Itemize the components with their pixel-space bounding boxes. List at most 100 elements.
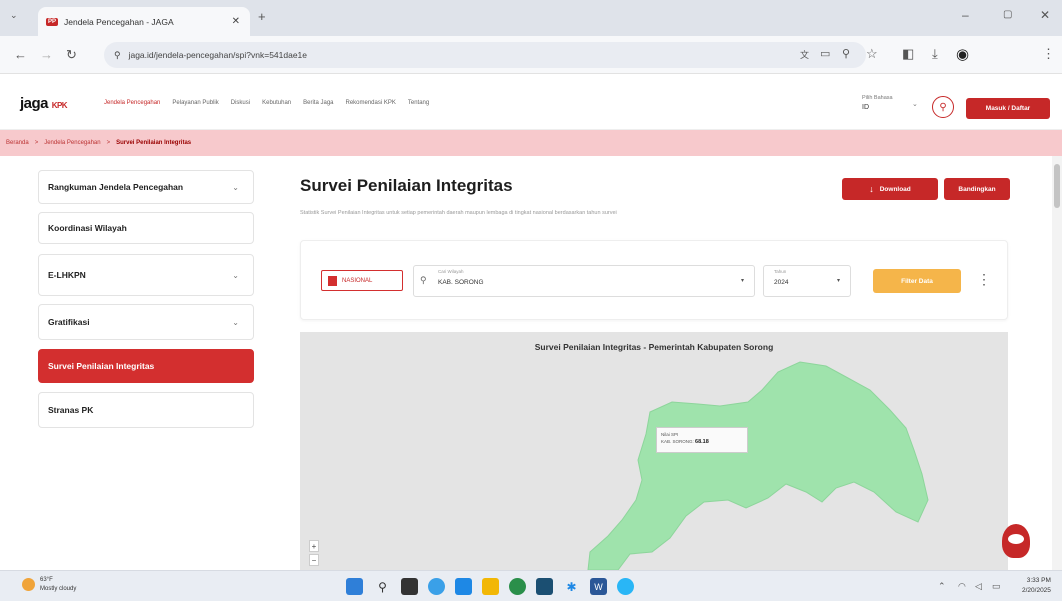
system-clock[interactable]: 3:33 PM 2/20/2025 <box>1022 576 1051 596</box>
bookmark-star-icon[interactable]: ☆ <box>866 46 878 62</box>
nasional-label: NASIONAL <box>342 277 373 284</box>
breadcrumb-home[interactable]: Beranda <box>6 140 29 146</box>
jaga-logo[interactable]: jaga KPK <box>20 95 68 112</box>
breadcrumb-separator: > <box>106 140 111 146</box>
nav-berita-jaga[interactable]: Berita Jaga <box>303 100 333 106</box>
mascot-chat-icon[interactable] <box>1002 524 1030 558</box>
sidebar-item-gratifikasi[interactable]: Gratifikasi ⌄ <box>38 304 254 340</box>
chevron-down-icon: ⌄ <box>232 317 239 327</box>
nav-diskusi[interactable]: Diskusi <box>231 100 250 106</box>
extensions-icon[interactable]: ◧ <box>902 46 914 62</box>
browser-tab-bar: ⌄ PP Jendela Pencegahan - JAGA ✕ + – ▢ ✕ <box>0 0 1062 36</box>
url-text: jaga.id/jendela-pencegahan/spi?vnk=541da… <box>128 50 308 60</box>
sidebar-item-spi[interactable]: Survei Penilaian Integritas <box>38 349 254 383</box>
maximize-icon[interactable]: ▢ <box>1003 9 1012 20</box>
new-tab-icon[interactable]: + <box>258 9 266 24</box>
language-select[interactable]: Pilih Bahasa ID ⌄ <box>862 94 918 113</box>
search-icon: ⚲ <box>420 275 427 285</box>
tab-list-icon[interactable]: ⌄ <box>10 10 18 21</box>
browser-tab[interactable]: PP Jendela Pencegahan - JAGA ✕ <box>38 7 250 36</box>
compare-button[interactable]: Bandingkan <box>944 178 1010 200</box>
page-subtitle: Statistik Survei Penilaian Integritas un… <box>300 210 617 216</box>
chat-icon[interactable] <box>428 578 445 595</box>
nav-kebutuhan[interactable]: Kebutuhan <box>262 100 291 106</box>
breadcrumb: Beranda > Jendela Pencegahan > Survei Pe… <box>0 130 1062 156</box>
wifi-icon[interactable]: ◠ <box>958 581 966 592</box>
sidebar-item-label: Survei Penilaian Integritas <box>48 361 155 371</box>
pinned-app-icon[interactable]: ✱ <box>563 578 580 595</box>
nav-jendela-pencegahan[interactable]: Jendela Pencegahan <box>104 100 160 106</box>
breadcrumb-separator: > <box>34 140 39 146</box>
windows-taskbar: 63°F Mostly cloudy ⚲ ✱ W ⌃ ◠ ◁ ▭ 3:33 PM… <box>0 570 1062 601</box>
profile-avatar[interactable]: ◉ <box>956 45 969 63</box>
tab-close-icon[interactable]: ✕ <box>232 16 240 27</box>
taskbar-search-icon[interactable]: ⚲ <box>374 578 391 595</box>
tray-chevron-icon[interactable]: ⌃ <box>938 581 946 592</box>
nav-rekomendasi-kpk[interactable]: Rekomendasi KPK <box>346 100 396 106</box>
caret-down-icon: ▾ <box>740 278 744 284</box>
kab-sorong-shape[interactable] <box>587 361 929 570</box>
page-scrollbar[interactable] <box>1052 156 1062 570</box>
browser-toolbar: ← → ↻ ⚲ jaga.id/jendela-pencegahan/spi?v… <box>0 36 1062 74</box>
year-select[interactable]: Tahun 2024 ▾ <box>763 265 851 297</box>
media-icon[interactable] <box>536 578 553 595</box>
filter-data-button[interactable]: Filter Data <box>873 269 961 293</box>
tab-title: Jendela Pencegahan - JAGA <box>64 16 174 27</box>
weather-widget[interactable]: 63°F Mostly cloudy <box>22 576 77 594</box>
mail-icon[interactable] <box>455 578 472 595</box>
sidebar-item-rangkuman[interactable]: Rangkuman Jendela Pencegahan ⌄ <box>38 170 254 204</box>
browser-menu-icon[interactable]: ⋮ <box>1042 46 1055 62</box>
region-map <box>587 361 929 570</box>
forward-icon[interactable]: → <box>40 47 53 62</box>
sidebar-item-koordinasi[interactable]: Koordinasi Wilayah <box>38 212 254 244</box>
window-close-icon[interactable]: ✕ <box>1040 8 1050 22</box>
sidebar-item-label: Rangkuman Jendela Pencegahan <box>48 182 184 192</box>
site-search-button[interactable]: ⚲ <box>932 96 954 118</box>
search-icon: ⚲ <box>939 101 947 113</box>
chrome-icon[interactable] <box>617 578 634 595</box>
login-button[interactable]: Masuk / Daftar <box>966 98 1050 119</box>
map-panel[interactable]: Survei Penilaian Integritas - Pemerintah… <box>300 332 1008 570</box>
cast-icon[interactable]: ▭ <box>820 47 830 60</box>
battery-icon[interactable]: ▭ <box>992 581 1001 592</box>
tooltip-value: 68.18 <box>695 439 709 445</box>
reload-icon[interactable]: ↻ <box>66 47 77 63</box>
weather-temp: 63°F <box>40 577 53 583</box>
zoom-out-button[interactable]: − <box>309 554 319 566</box>
sidebar-item-label: Koordinasi Wilayah <box>48 223 127 233</box>
region-select-value: KAB. SORONG <box>438 279 484 286</box>
scrollbar-thumb[interactable] <box>1054 164 1060 208</box>
file-explorer-icon[interactable] <box>482 578 499 595</box>
task-view-icon[interactable] <box>401 578 418 595</box>
breadcrumb-jendela[interactable]: Jendela Pencegahan <box>44 140 100 146</box>
zoom-in-button[interactable]: + <box>309 540 319 552</box>
sidebar-item-stranas[interactable]: Stranas PK <box>38 392 254 428</box>
site-info-icon[interactable]: ⚲ <box>114 50 121 61</box>
site-header: jaga KPK Jendela Pencegahan Pelayanan Pu… <box>0 74 1062 130</box>
nav-pelayanan-publik[interactable]: Pelayanan Publik <box>172 100 218 106</box>
region-select[interactable]: ⚲ Cari Wilayah KAB. SORONG ▾ <box>413 265 755 297</box>
minimize-icon[interactable]: – <box>962 8 969 22</box>
language-label: Pilih Bahasa <box>862 95 893 101</box>
tooltip-header: Nilai SPI <box>661 432 679 437</box>
volume-icon[interactable]: ◁ <box>975 581 982 592</box>
weather-desc: Mostly cloudy <box>40 586 77 592</box>
nasional-button[interactable]: NASIONAL <box>321 270 403 291</box>
back-icon[interactable]: ← <box>14 47 27 62</box>
year-select-value: 2024 <box>774 279 789 286</box>
zoom-icon[interactable]: ⚲ <box>842 47 850 60</box>
downloads-icon[interactable]: ⤓ <box>932 46 938 62</box>
chevron-down-icon: ⌄ <box>232 270 239 280</box>
nav-tentang[interactable]: Tentang <box>408 100 429 106</box>
map-tooltip: Nilai SPI KAB. SORONG: 68.18 <box>656 427 748 453</box>
sidebar-item-elhkpn[interactable]: E-LHKPN ⌄ <box>38 254 254 296</box>
year-select-label: Tahun <box>774 269 787 274</box>
chevron-down-icon: ⌄ <box>232 182 239 192</box>
translate-icon[interactable]: 文 <box>800 48 809 61</box>
edge-icon[interactable] <box>509 578 526 595</box>
more-options-icon[interactable]: ⋮ <box>977 271 991 288</box>
download-button[interactable]: ↓ Download <box>842 178 938 200</box>
address-bar[interactable]: ⚲ jaga.id/jendela-pencegahan/spi?vnk=541… <box>104 42 866 68</box>
word-icon[interactable]: W <box>590 578 607 595</box>
start-icon[interactable] <box>346 578 363 595</box>
